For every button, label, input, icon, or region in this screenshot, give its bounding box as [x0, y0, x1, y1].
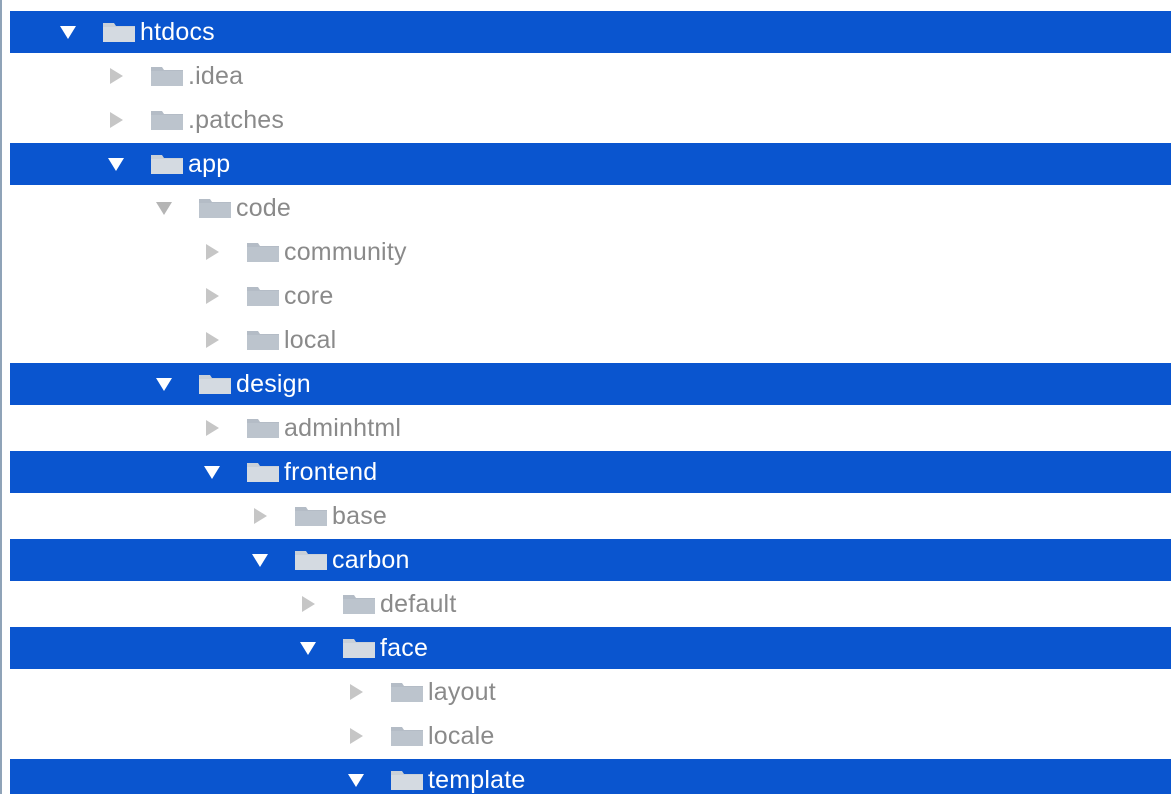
project-file-tree: htdocs .idea .patches app code community core l… [0, 0, 1171, 794]
folder-icon [103, 23, 135, 42]
tree-row-community[interactable]: community [10, 231, 1171, 273]
tree-row-htdocs[interactable]: htdocs [10, 11, 1171, 53]
chevron-down-icon[interactable] [152, 196, 176, 220]
folder-icon [391, 771, 423, 790]
tree-item-label: community [284, 238, 407, 266]
tree-item-label: design [236, 370, 311, 398]
tree-row-face[interactable]: face [10, 627, 1171, 669]
tree-item-label: code [236, 194, 292, 222]
chevron-right-icon[interactable] [200, 416, 224, 440]
tree-row-default[interactable]: default [10, 583, 1171, 625]
chevron-right-icon[interactable] [104, 108, 128, 132]
tree-item-label: locale [428, 722, 495, 750]
folder-icon [343, 639, 375, 658]
folder-icon [151, 155, 183, 174]
tree-row-local[interactable]: local [10, 319, 1171, 361]
chevron-right-icon[interactable] [344, 680, 368, 704]
tree-row-locale[interactable]: locale [10, 715, 1171, 757]
tree-item-label: default [380, 590, 457, 618]
tree-item-label: app [188, 150, 231, 178]
folder-icon [199, 375, 231, 394]
tree-item-label: face [380, 634, 429, 662]
tree-row-carbon[interactable]: carbon [10, 539, 1171, 581]
tree-item-label: core [284, 282, 334, 310]
tree-row-code[interactable]: code [10, 187, 1171, 229]
chevron-right-icon[interactable] [296, 592, 320, 616]
folder-icon [151, 67, 183, 86]
chevron-right-icon[interactable] [200, 328, 224, 352]
chevron-down-icon[interactable] [344, 768, 368, 792]
folder-icon [151, 111, 183, 130]
folder-icon [391, 727, 423, 746]
tree-item-label: htdocs [140, 18, 215, 46]
folder-icon [247, 287, 279, 306]
tree-item-label: adminhtml [284, 414, 402, 442]
tree-row-core[interactable]: core [10, 275, 1171, 317]
folder-icon [199, 199, 231, 218]
chevron-down-icon[interactable] [56, 20, 80, 44]
chevron-down-icon[interactable] [296, 636, 320, 660]
tree-row-design[interactable]: design [10, 363, 1171, 405]
tree-row-dot-patches[interactable]: .patches [10, 99, 1171, 141]
tree-item-label: frontend [284, 458, 378, 486]
tree-item-label: local [284, 326, 337, 354]
tree-item-label: template [428, 766, 526, 794]
folder-icon [295, 551, 327, 570]
chevron-right-icon[interactable] [200, 284, 224, 308]
tree-item-label: .patches [188, 106, 285, 134]
tree-row-adminhtml[interactable]: adminhtml [10, 407, 1171, 449]
tree-item-label: layout [428, 678, 496, 706]
chevron-down-icon[interactable] [104, 152, 128, 176]
folder-icon [247, 463, 279, 482]
folder-icon [247, 331, 279, 350]
folder-icon [247, 419, 279, 438]
tree-row-layout[interactable]: layout [10, 671, 1171, 713]
tree-row-template[interactable]: template [10, 759, 1171, 794]
tree-row-app[interactable]: app [10, 143, 1171, 185]
chevron-right-icon[interactable] [344, 724, 368, 748]
tree-item-label: carbon [332, 546, 410, 574]
tree-item-label: .idea [188, 62, 244, 90]
tree-row-dot-idea[interactable]: .idea [10, 55, 1171, 97]
chevron-right-icon[interactable] [104, 64, 128, 88]
chevron-right-icon[interactable] [200, 240, 224, 264]
tree-row-frontend[interactable]: frontend [10, 451, 1171, 493]
folder-icon [295, 507, 327, 526]
tree-item-label: base [332, 502, 388, 530]
chevron-down-icon[interactable] [248, 548, 272, 572]
chevron-down-icon[interactable] [200, 460, 224, 484]
folder-icon [391, 683, 423, 702]
folder-icon [343, 595, 375, 614]
tree-row-base[interactable]: base [10, 495, 1171, 537]
chevron-down-icon[interactable] [152, 372, 176, 396]
chevron-right-icon[interactable] [248, 504, 272, 528]
folder-icon [247, 243, 279, 262]
